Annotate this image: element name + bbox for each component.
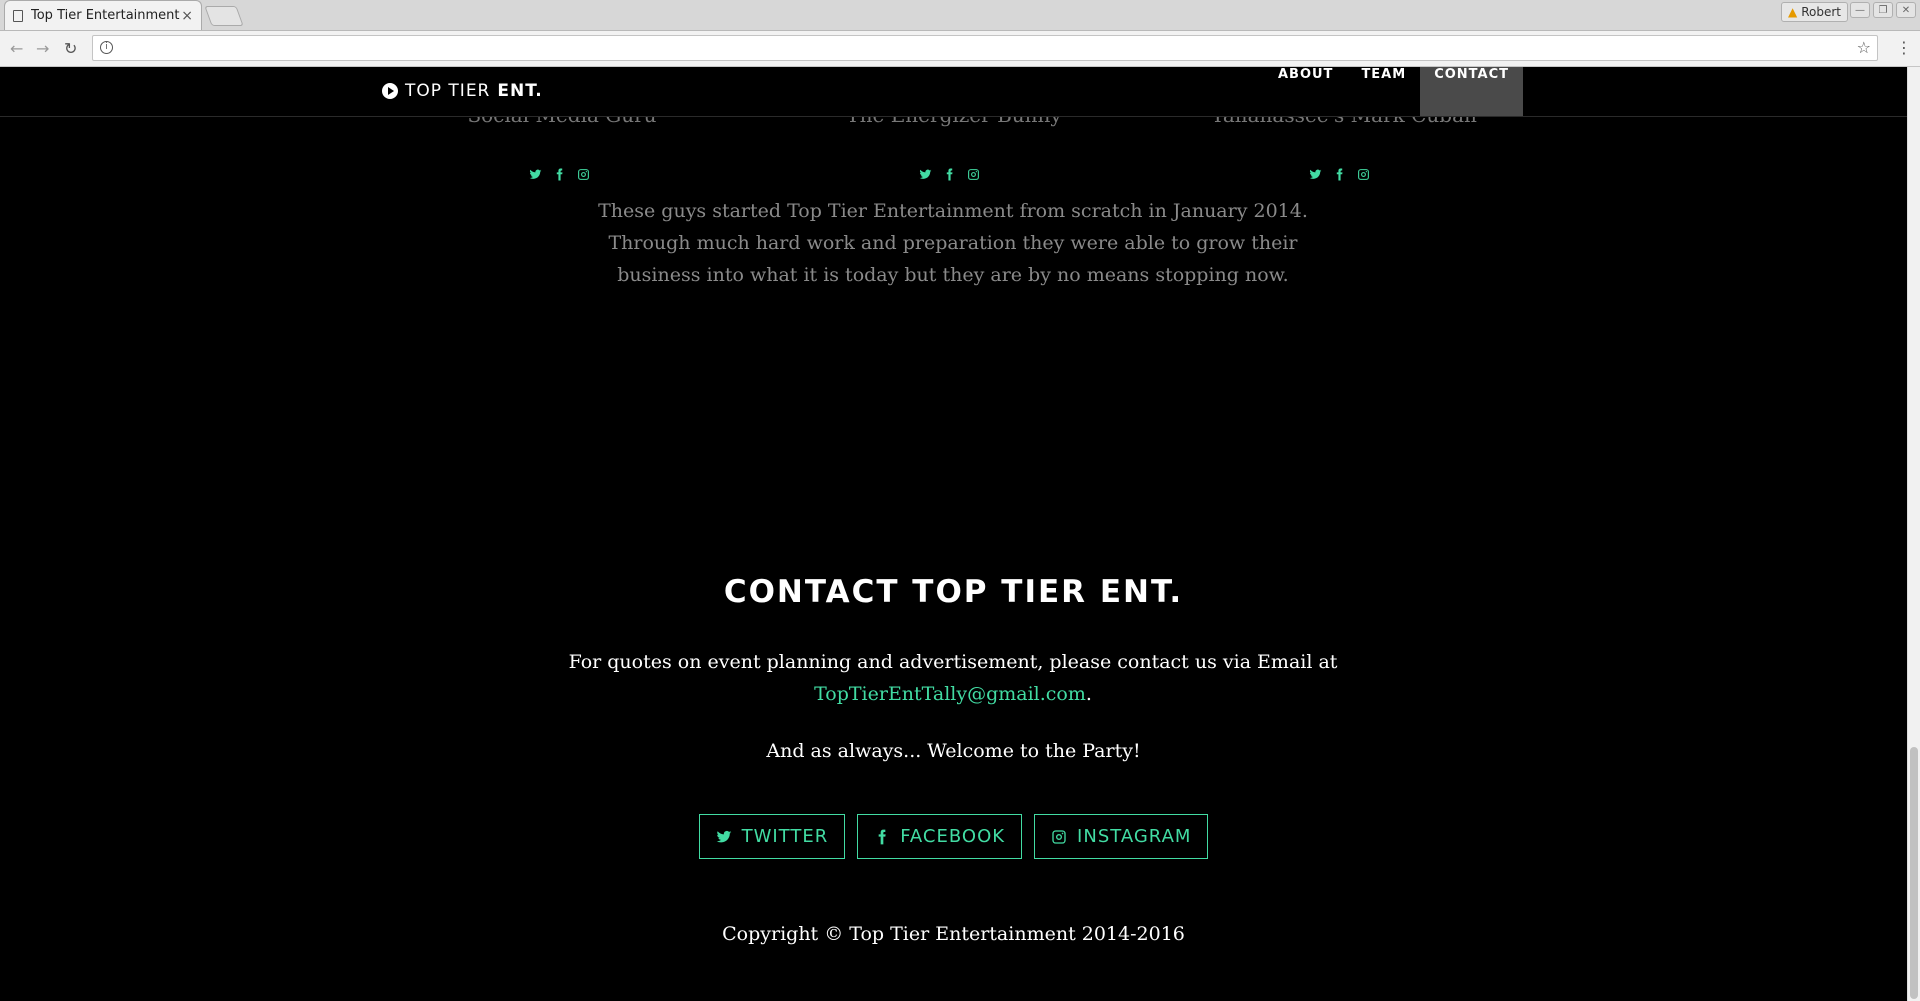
new-tab-button[interactable] [204,6,244,26]
brand-logo-link[interactable]: TOP TIER ENT. [382,81,543,101]
team-social-links [918,167,980,181]
social-buttons: TWITTER FACEBOOK INSTAGRAM [0,814,1907,859]
nav-link-about[interactable]: ABOUT [1264,67,1347,116]
team-social-links [1308,167,1370,181]
info-icon[interactable]: i [100,41,113,54]
tab-title: Top Tier Entertainment [31,8,180,23]
instagram-button[interactable]: INSTAGRAM [1034,814,1209,859]
close-window-button[interactable]: ✕ [1896,2,1916,18]
play-circle-icon [382,83,398,99]
page-viewport: Social Media Guru The Energizer Bunny Ta… [0,67,1907,1001]
browser-toolbar: ← → ↻ i ☆ ⋮ [0,31,1920,67]
profile-name: Robert [1801,5,1841,19]
email-link[interactable]: TopTierEntTally@gmail.com [814,683,1086,705]
contact-heading: CONTACT TOP TIER ENT. [723,574,1184,610]
facebook-button[interactable]: FACEBOOK [857,814,1023,859]
warning-icon: ▲ [1787,5,1798,19]
twitter-icon[interactable] [1308,167,1322,181]
instagram-button-label: INSTAGRAM [1077,826,1192,847]
browser-tabstrip: Top Tier Entertainment × ▲ Robert — ❐ ✕ [0,0,1920,31]
page-icon [13,9,23,22]
forward-arrow-icon[interactable]: → [36,39,49,58]
twitter-button-label: TWITTER [741,826,829,847]
instagram-icon[interactable] [1356,167,1370,181]
contact-period: . [1085,683,1092,705]
contact-intro: For quotes on event planning and adverti… [568,651,1338,673]
nav-link-contact[interactable]: CONTACT [1420,67,1523,116]
minimize-button[interactable]: — [1850,2,1870,18]
reload-icon[interactable]: ↻ [64,39,77,58]
team-about-text: These guys started Top Tier Entertainmen… [598,200,1308,286]
nav-link-team[interactable]: TEAM [1347,67,1420,116]
facebook-button-label: FACEBOOK [900,826,1006,847]
facebook-icon[interactable] [552,167,566,181]
team-social-links [528,167,590,181]
browser-menu-icon[interactable]: ⋮ [1896,38,1912,57]
nav-links: ABOUT TEAM CONTACT [1264,67,1523,116]
url-input[interactable] [121,39,1825,59]
instagram-icon[interactable] [576,167,590,181]
facebook-icon[interactable] [942,167,956,181]
scrollbar-thumb[interactable] [1910,747,1918,999]
instagram-icon [1052,829,1066,844]
twitter-icon[interactable] [528,167,542,181]
copyright-text: Copyright © Top Tier Entertainment 2014-… [722,923,1185,945]
tab-close-icon[interactable]: × [181,8,193,24]
brand-text-bold: ENT. [497,81,543,101]
profile-button[interactable]: ▲ Robert [1780,2,1848,22]
facebook-icon[interactable] [1332,167,1346,181]
browser-tab[interactable]: Top Tier Entertainment × [4,0,202,30]
brand-text: TOP TIER [405,81,491,101]
site-navbar: TOP TIER ENT. ABOUT TEAM CONTACT [0,67,1907,117]
contact-text: For quotes on event planning and adverti… [560,646,1346,710]
maximize-button[interactable]: ❐ [1873,2,1893,18]
twitter-button[interactable]: TWITTER [698,814,846,859]
facebook-icon [878,829,886,844]
address-bar[interactable]: i ☆ [92,35,1878,61]
bookmark-star-icon[interactable]: ☆ [1857,38,1871,57]
page-scrollbar[interactable] [1907,67,1920,1001]
twitter-icon [716,830,731,842]
back-arrow-icon[interactable]: ← [10,39,23,58]
tagline: And as always... Welcome to the Party! [766,740,1141,762]
instagram-icon[interactable] [966,167,980,181]
twitter-icon[interactable] [918,167,932,181]
